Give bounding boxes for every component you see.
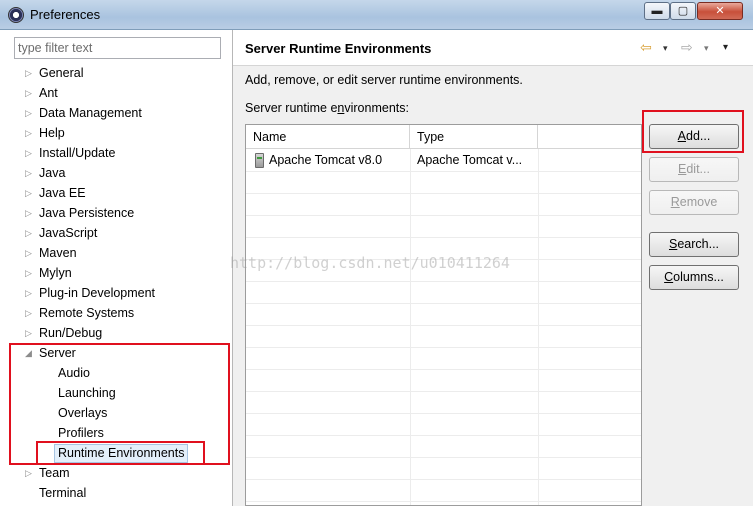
collapsed-arrow-icon[interactable]: ▷ [25, 63, 32, 83]
grid-line [246, 237, 641, 238]
page-title: Server Runtime Environments [245, 41, 432, 56]
maximize-button[interactable]: ▢ [670, 2, 696, 20]
edit-button[interactable]: Edit... [649, 157, 739, 182]
collapsed-arrow-icon[interactable]: ▷ [25, 203, 32, 223]
row-type-cell: Apache Tomcat v... [417, 153, 523, 167]
collapsed-arrow-icon[interactable]: ▷ [25, 143, 32, 163]
filter-input[interactable] [14, 37, 221, 59]
window-title: Preferences [30, 7, 101, 22]
collapsed-arrow-icon[interactable]: ▷ [25, 83, 32, 103]
collapsed-arrow-icon[interactable]: ▷ [25, 263, 32, 283]
forward-dropdown-icon[interactable]: ▾ [704, 43, 709, 54]
grid-line [246, 457, 641, 458]
eclipse-app-icon [8, 7, 24, 23]
tree-item-label: Team [39, 466, 70, 480]
back-arrow-icon[interactable]: ⇦ [640, 39, 652, 56]
tree-item-label: JavaScript [39, 226, 98, 240]
search-button[interactable]: Search... [649, 232, 739, 257]
tree-item[interactable]: ▷ Help [0, 123, 233, 143]
tree-item-label: Terminal [39, 486, 87, 500]
grid-line [246, 259, 641, 260]
columns-button[interactable]: Columns... [649, 265, 739, 290]
grid-line [246, 413, 641, 414]
page-header: Server Runtime Environments ⇦ ▾ ⇨ ▾ ▾ [233, 30, 753, 66]
grid-line [246, 347, 641, 348]
tree-item-label: Run/Debug [39, 326, 103, 340]
grid-line [246, 215, 641, 216]
tree-item[interactable]: ▷ Maven [0, 243, 233, 263]
collapsed-arrow-icon[interactable]: ▷ [25, 243, 32, 263]
grid-line [246, 303, 641, 304]
tree-item[interactable]: ▷ Remote Systems [0, 303, 233, 323]
collapsed-arrow-icon[interactable]: ▷ [25, 103, 32, 123]
tree-item[interactable]: ▷ Install/Update [0, 143, 233, 163]
tree-item[interactable]: ▷ Data Management [0, 103, 233, 123]
grid-line [246, 171, 641, 172]
server-runtime-icon [255, 153, 264, 168]
grid-line [246, 435, 641, 436]
tree-item[interactable]: ▷ General [0, 63, 233, 83]
tree-item-label: Help [39, 126, 65, 140]
grid-line [246, 391, 641, 392]
tree-item-label: Java [39, 166, 66, 180]
runtime-list-label: Server runtime environments: [245, 101, 409, 115]
grid-line [246, 479, 641, 480]
tree-item[interactable]: ▷ Java Persistence [0, 203, 233, 223]
minimize-button[interactable]: ▬ [644, 2, 670, 20]
runtime-env-highlight-box [36, 441, 205, 465]
collapsed-arrow-icon[interactable]: ▷ [25, 463, 32, 483]
tree-item-label: General [39, 66, 84, 80]
close-button[interactable]: ✕ [697, 2, 743, 20]
back-dropdown-icon[interactable]: ▾ [663, 43, 668, 54]
tree-item[interactable]: ▷ Run/Debug [0, 323, 233, 343]
forward-arrow-icon[interactable]: ⇨ [681, 39, 693, 56]
column-header-name[interactable]: Name [246, 125, 410, 149]
table-header: Name Type [246, 125, 641, 149]
tree-item[interactable]: ▷ Ant [0, 83, 233, 103]
collapsed-arrow-icon[interactable]: ▷ [25, 183, 32, 203]
tree-item[interactable]: ▷ Java [0, 163, 233, 183]
tree-item-label: Remote Systems [39, 306, 135, 320]
view-menu-icon[interactable]: ▾ [723, 42, 728, 53]
grid-column-line [410, 149, 411, 505]
preference-page: Server Runtime Environments ⇦ ▾ ⇨ ▾ ▾ Ad… [233, 30, 753, 506]
grid-line [246, 281, 641, 282]
add-button-highlight-box [642, 110, 744, 153]
table-row[interactable]: Apache Tomcat v8.0 Apache Tomcat v... [246, 149, 641, 171]
tree-item-label: Plug-in Development [39, 286, 156, 300]
remove-button[interactable]: Remove [649, 190, 739, 215]
tree-item[interactable]: ▷ Java EE [0, 183, 233, 203]
grid-line [246, 193, 641, 194]
tree-item[interactable]: ▷ Mylyn [0, 263, 233, 283]
grid-line [246, 369, 641, 370]
collapsed-arrow-icon[interactable]: ▷ [25, 303, 32, 323]
row-name-cell: Apache Tomcat v8.0 [269, 153, 383, 167]
collapsed-arrow-icon[interactable]: ▷ [25, 323, 32, 343]
tree-item[interactable]: ▷ Team [0, 463, 233, 483]
page-description: Add, remove, or edit server runtime envi… [245, 73, 523, 87]
tree-item-label: Data Management [39, 106, 142, 120]
tree-item[interactable]: Terminal [0, 483, 233, 503]
preference-tree-pane: ▷ General ▷ Ant ▷ Data Management ▷ Help ▷ Instal… [0, 30, 233, 506]
tree-item[interactable]: ▷ JavaScript [0, 223, 233, 243]
collapsed-arrow-icon[interactable]: ▷ [25, 163, 32, 183]
tree-item-label: Install/Update [39, 146, 116, 160]
tree-item-label: Mylyn [39, 266, 72, 280]
tree-item-label: Java Persistence [39, 206, 135, 220]
collapsed-arrow-icon[interactable]: ▷ [25, 123, 32, 143]
collapsed-arrow-icon[interactable]: ▷ [25, 223, 32, 243]
tree-item[interactable]: ▷ Plug-in Development [0, 283, 233, 303]
column-header-type[interactable]: Type [410, 125, 538, 149]
grid-line [246, 501, 641, 502]
title-bar: Preferences ▬ ▢ ✕ [0, 0, 753, 30]
runtime-table[interactable]: Name Type Apache Tomcat v8.0 Apache Tomc… [245, 124, 642, 506]
tree-item-label: Maven [39, 246, 77, 260]
collapsed-arrow-icon[interactable]: ▷ [25, 283, 32, 303]
grid-line [246, 325, 641, 326]
tree-item-label: Ant [39, 86, 58, 100]
grid-column-line [538, 149, 539, 505]
tree-item-label: Java EE [39, 186, 86, 200]
